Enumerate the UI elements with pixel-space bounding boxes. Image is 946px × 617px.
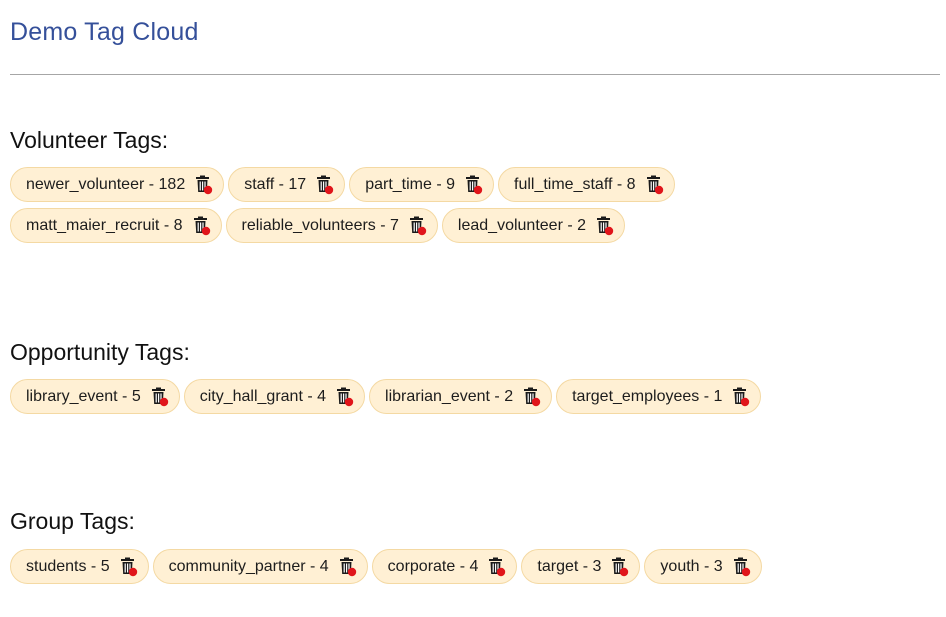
tag-pill[interactable]: city_hall_grant - 4 [183,379,366,414]
tag-label: matt_maier_recruit - 8 [26,216,183,234]
tag-label: librarian_event - 2 [385,387,514,405]
trash-delete-icon[interactable] [193,216,211,236]
trash-delete-icon[interactable] [120,557,138,577]
trash-delete-icon[interactable] [195,175,213,195]
trash-delete-icon[interactable] [409,216,427,236]
trash-delete-icon[interactable] [336,387,354,407]
trash-delete-icon[interactable] [646,175,664,195]
tag-label: community_partner - 4 [168,557,329,575]
tag-pill[interactable]: community_partner - 4 [152,549,368,584]
tag-label: city_hall_grant - 4 [199,387,327,405]
trash-delete-icon[interactable] [151,387,169,407]
tag-pill[interactable]: librarian_event - 2 [369,379,553,414]
tag-label: staff - 17 [244,175,307,193]
trash-delete-icon[interactable] [339,557,357,577]
volunteer-tags-list: newer_volunteer - 182 staff - 17 part_ti… [10,167,730,243]
page-title: Demo Tag Cloud [10,18,199,46]
tag-label: target_employees - 1 [572,387,723,405]
trash-delete-icon[interactable] [732,387,750,407]
tag-label: target - 3 [537,557,602,575]
tag-label: reliable_volunteers - 7 [241,216,399,234]
trash-delete-icon[interactable] [611,557,629,577]
tag-pill[interactable]: youth - 3 [644,549,762,584]
tag-label: newer_volunteer - 182 [26,175,186,193]
tag-cloud-page: Demo Tag Cloud Volunteer Tags: newer_vol… [0,0,946,617]
tag-label: lead_volunteer - 2 [457,216,587,234]
tag-label: full_time_staff - 8 [514,175,636,193]
tag-label: library_event - 5 [26,387,141,405]
tag-pill[interactable]: newer_volunteer - 182 [10,167,225,202]
tag-pill[interactable]: library_event - 5 [10,379,180,414]
opportunity-tags-list: library_event - 5 city_hall_grant - 4 li… [10,379,830,414]
trash-delete-icon[interactable] [488,557,506,577]
trash-delete-icon[interactable] [596,216,614,236]
tag-pill[interactable]: full_time_staff - 8 [498,167,675,202]
tag-pill[interactable]: target - 3 [521,549,641,584]
tag-pill[interactable]: part_time - 9 [349,167,494,202]
tag-pill[interactable]: matt_maier_recruit - 8 [10,208,222,243]
volunteer-tags-heading: Volunteer Tags: [10,127,169,153]
tag-pill[interactable]: corporate - 4 [371,549,518,584]
tag-label: youth - 3 [660,557,723,575]
tag-pill[interactable]: lead_volunteer - 2 [441,208,626,243]
tag-pill[interactable]: staff - 17 [228,167,346,202]
tag-pill[interactable]: target_employees - 1 [556,379,762,414]
opportunity-tags-heading: Opportunity Tags: [10,339,190,365]
trash-delete-icon[interactable] [316,175,334,195]
trash-delete-icon[interactable] [733,557,751,577]
tag-label: corporate - 4 [387,557,479,575]
trash-delete-icon[interactable] [465,175,483,195]
group-tags-list: students - 5 community_partner - 4 corpo… [10,549,830,584]
trash-delete-icon[interactable] [523,387,541,407]
tag-label: students - 5 [26,557,110,575]
tag-label: part_time - 9 [365,175,455,193]
title-divider [10,74,940,75]
tag-pill[interactable]: students - 5 [10,549,149,584]
tag-pill[interactable]: reliable_volunteers - 7 [225,208,438,243]
group-tags-heading: Group Tags: [10,508,135,534]
